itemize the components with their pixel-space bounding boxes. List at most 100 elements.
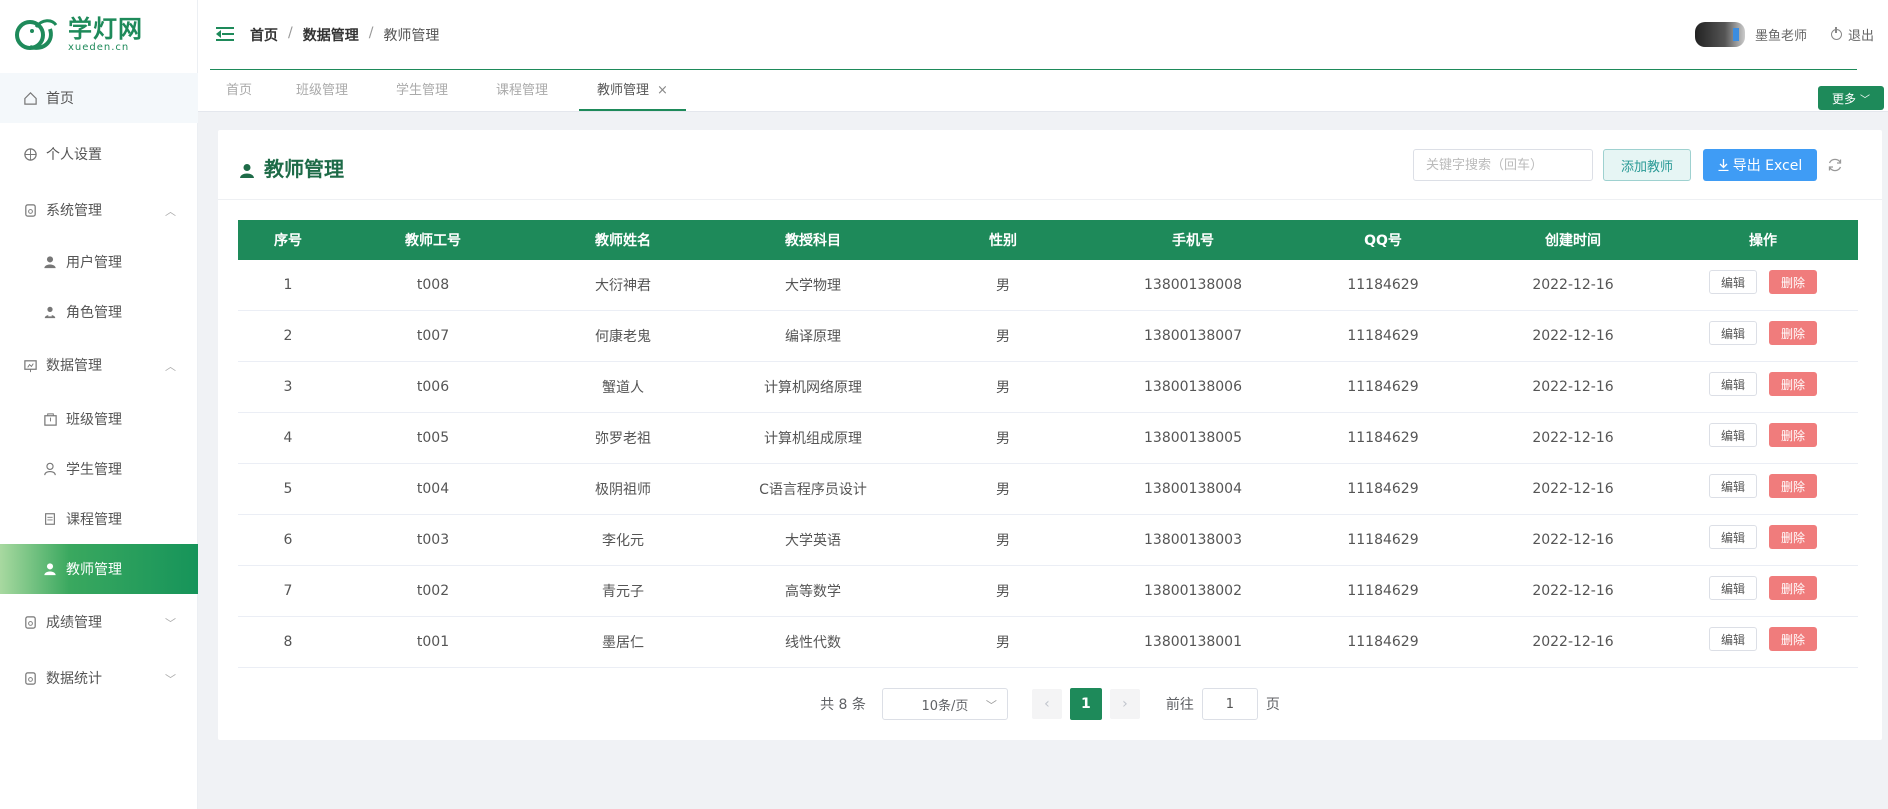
- page-title: 教师管理: [240, 153, 344, 182]
- menu-fold-icon[interactable]: [216, 27, 234, 41]
- cell-teacher-name: 青元子: [602, 584, 644, 600]
- table-row[interactable]: 4 t005 弥罗老祖 计算机组成原理 男 13800138005 11184629 2022…: [238, 413, 1858, 464]
- delete-button[interactable]: 删除: [1769, 627, 1817, 651]
- delete-button[interactable]: 删除: [1769, 576, 1817, 600]
- cell-gender: 男: [996, 482, 1010, 498]
- sidebar-item-label: 数据管理: [46, 358, 102, 374]
- close-icon[interactable]: ×: [657, 83, 668, 98]
- sidebar-item-profile[interactable]: 个人设置: [0, 129, 198, 179]
- table-row[interactable]: 5 t004 极阴祖师 C语言程序员设计 男 13800138004 11184629 202…: [238, 464, 1858, 515]
- breadcrumb-home[interactable]: 首页: [250, 25, 278, 45]
- cell-gender: 男: [996, 380, 1010, 396]
- cell-qq: 11184629: [1347, 481, 1419, 497]
- column-header[interactable]: 手机号: [1098, 220, 1288, 260]
- breadcrumb-data[interactable]: 数据管理: [303, 25, 359, 45]
- edit-button[interactable]: 编辑: [1709, 627, 1757, 651]
- logout-button[interactable]: 退出: [1830, 25, 1874, 44]
- logo[interactable]: 学灯网 xueden.cn: [0, 0, 197, 70]
- table-row[interactable]: 7 t002 青元子 高等数学 男 13800138002 11184629 2022-12-…: [238, 566, 1858, 617]
- cell-gender: 男: [996, 533, 1010, 549]
- edit-button[interactable]: 编辑: [1709, 474, 1757, 498]
- more-button[interactable]: 更多 ﹀: [1818, 86, 1884, 110]
- cell-actions: 编辑 删除: [1668, 362, 1858, 412]
- page-size-select[interactable]: 10条/页 ﹀: [881, 688, 1008, 720]
- logo-bird-icon: [10, 13, 64, 57]
- table-row[interactable]: 1 t008 大衍神君 大学物理 男 13800138008 11184629 2022-12…: [238, 260, 1858, 311]
- chevron-up-icon: ︿: [165, 205, 176, 218]
- tab-home[interactable]: 首页: [226, 70, 252, 111]
- cell-subject: 大学物理: [785, 278, 841, 294]
- delete-button[interactable]: 删除: [1769, 372, 1817, 396]
- edit-button[interactable]: 编辑: [1709, 372, 1757, 396]
- column-header[interactable]: 教师姓名: [528, 220, 718, 260]
- edit-button[interactable]: 编辑: [1709, 423, 1757, 447]
- sidebar-item-home[interactable]: 首页: [0, 73, 198, 123]
- cell-teacher-name: 大衍神君: [595, 278, 651, 294]
- sidebar-item-system[interactable]: 系统管理 ︿: [0, 185, 198, 235]
- column-header[interactable]: 序号: [238, 220, 338, 260]
- column-header[interactable]: 性别: [908, 220, 1098, 260]
- add-teacher-button[interactable]: 添加教师: [1603, 149, 1691, 181]
- edit-button[interactable]: 编辑: [1709, 576, 1757, 600]
- column-header[interactable]: 教授科目: [718, 220, 908, 260]
- table-row[interactable]: 2 t007 何康老鬼 编译原理 男 13800138007 11184629 2022-12…: [238, 311, 1858, 362]
- export-excel-button[interactable]: 导出 Excel: [1703, 149, 1817, 181]
- cell-created-at: 2022-12-16: [1532, 583, 1614, 599]
- medal-icon: [22, 614, 38, 630]
- column-header[interactable]: QQ号: [1288, 220, 1478, 260]
- sidebar-item-label: 班级管理: [66, 412, 122, 428]
- avatar[interactable]: [1694, 22, 1745, 47]
- cell-teacher-name: 墨居仁: [602, 635, 644, 651]
- sidebar-item-courses[interactable]: 课程管理: [0, 494, 198, 544]
- tab-classes[interactable]: 班级管理: [296, 70, 348, 111]
- sidebar-item-stats[interactable]: 数据统计 ﹀: [0, 653, 198, 703]
- cell-qq: 11184629: [1347, 532, 1419, 548]
- goto-page-input[interactable]: [1201, 688, 1258, 720]
- cell-teacher-name: 蟹道人: [602, 380, 644, 396]
- sidebar-item-students[interactable]: 学生管理: [0, 444, 198, 494]
- delete-button[interactable]: 删除: [1769, 423, 1817, 447]
- cell-created-at: 2022-12-16: [1532, 532, 1614, 548]
- sidebar-item-classes[interactable]: 班级管理: [0, 394, 198, 444]
- column-header[interactable]: 创建时间: [1478, 220, 1668, 260]
- delete-button[interactable]: 删除: [1769, 525, 1817, 549]
- cell-created-at: 2022-12-16: [1532, 481, 1614, 497]
- sidebar-item-label: 角色管理: [66, 305, 122, 321]
- sidebar-item-teachers[interactable]: 教师管理: [0, 544, 198, 594]
- table-row[interactable]: 3 t006 蟹道人 计算机网络原理 男 13800138006 11184629 2022-…: [238, 362, 1858, 413]
- sidebar-item-roles[interactable]: 角色管理: [0, 287, 198, 337]
- next-page-button[interactable]: ›: [1109, 689, 1140, 719]
- cell-phone: 13800138005: [1144, 430, 1242, 446]
- search-input[interactable]: [1413, 149, 1593, 181]
- cell-subject: 编译原理: [785, 329, 841, 345]
- column-header[interactable]: 教师工号: [338, 220, 528, 260]
- sidebar-item-users[interactable]: 用户管理: [0, 237, 198, 287]
- edit-button[interactable]: 编辑: [1709, 525, 1757, 549]
- page-number-current[interactable]: 1: [1069, 688, 1102, 720]
- prev-page-button[interactable]: ‹: [1031, 689, 1062, 719]
- tab-teachers[interactable]: 教师管理 ×: [579, 70, 686, 111]
- delete-button[interactable]: 删除: [1769, 321, 1817, 345]
- sidebar-item-grades[interactable]: 成绩管理 ﹀: [0, 597, 198, 647]
- user-area: 墨鱼老师 退出: [1694, 22, 1874, 47]
- delete-button[interactable]: 删除: [1769, 270, 1817, 294]
- refresh-icon[interactable]: [1827, 157, 1843, 173]
- sidebar-item-data[interactable]: 数据管理 ︿: [0, 340, 198, 390]
- table-row[interactable]: 8 t001 墨居仁 线性代数 男 13800138001 11184629 2022-12-…: [238, 617, 1858, 668]
- medal-icon: [22, 670, 38, 686]
- edit-button[interactable]: 编辑: [1709, 321, 1757, 345]
- edit-button[interactable]: 编辑: [1709, 270, 1757, 294]
- pagination: 共 8 条 10条/页 ﹀ ‹ 1 › 前往 页: [218, 687, 1882, 721]
- sidebar-item-label: 成绩管理: [46, 615, 102, 631]
- table-row[interactable]: 6 t003 李化元 大学英语 男 13800138003 11184629 2022-12-…: [238, 515, 1858, 566]
- medal-icon: [22, 202, 38, 218]
- delete-button[interactable]: 删除: [1769, 474, 1817, 498]
- cell-actions: 编辑 删除: [1668, 515, 1858, 565]
- tab-students[interactable]: 学生管理: [396, 70, 448, 111]
- breadcrumb-separator: /: [288, 25, 293, 41]
- role-icon: [42, 304, 58, 320]
- tab-courses[interactable]: 课程管理: [496, 70, 548, 111]
- username[interactable]: 墨鱼老师: [1755, 25, 1807, 44]
- goto-prefix: 前往: [1165, 697, 1194, 713]
- teacher-table: 序号 教师工号 教师姓名 教授科目 性别 手机号 QQ号 创建时间 操作 1 t0…: [238, 220, 1858, 668]
